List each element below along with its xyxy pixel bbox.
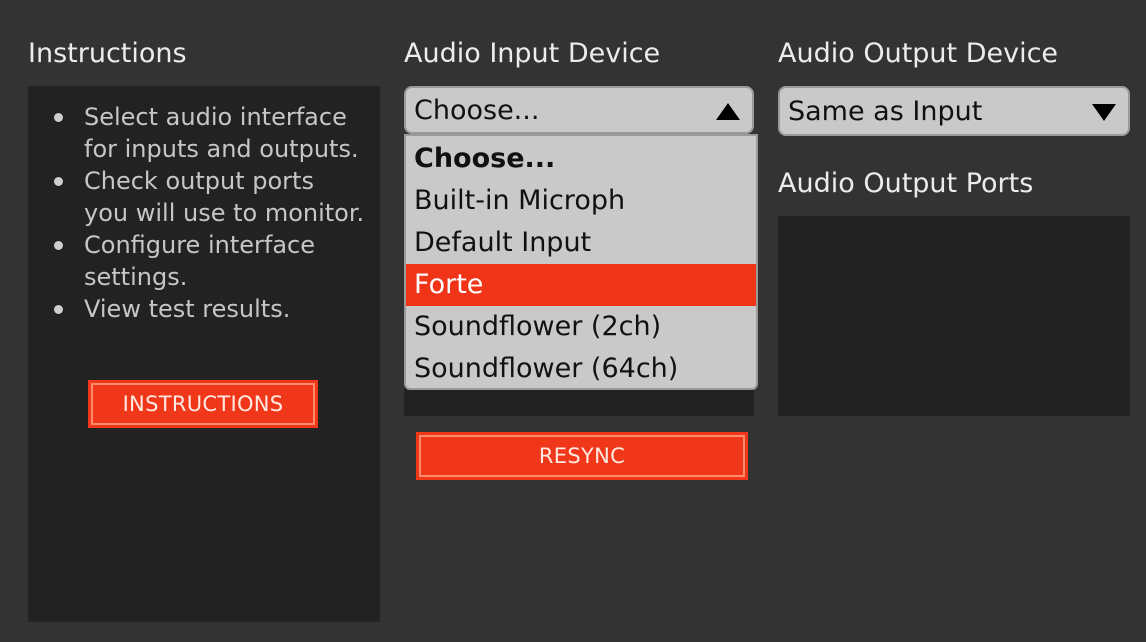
output-ports-panel xyxy=(778,216,1130,416)
input-device-dropdown: Choose... Built-in Microph Default Input… xyxy=(404,134,758,390)
resync-button-label: RESYNC xyxy=(419,435,745,477)
instructions-button-label: INSTRUCTIONS xyxy=(91,383,315,425)
instruction-text: Check output ports xyxy=(84,167,314,195)
input-device-heading: Audio Input Device xyxy=(404,38,661,69)
resync-button[interactable]: RESYNC xyxy=(416,432,748,480)
instructions-panel: Select audio interface for inputs and ou… xyxy=(28,86,380,622)
dropdown-option-builtin-microphone[interactable]: Built-in Microph xyxy=(406,180,756,222)
instructions-heading: Instructions xyxy=(28,38,187,69)
output-device-heading: Audio Output Device xyxy=(778,38,1059,69)
dropdown-option-soundflower-2ch[interactable]: Soundflower (2ch) xyxy=(406,306,756,348)
dropdown-option-soundflower-64ch[interactable]: Soundflower (64ch) xyxy=(406,348,756,390)
bullet-icon xyxy=(54,177,63,186)
triangle-down-icon xyxy=(1092,104,1116,121)
instruction-item: Check output ports you will use to monit… xyxy=(28,165,380,229)
bullet-icon xyxy=(54,305,63,314)
output-device-select[interactable]: Same as Input xyxy=(778,86,1130,136)
instruction-text: for inputs and outputs. xyxy=(84,135,359,163)
audio-setup-page: Instructions Select audio interface for … xyxy=(0,0,1146,642)
bullet-icon xyxy=(54,113,63,122)
instruction-item: Select audio interface for inputs and ou… xyxy=(28,101,380,165)
instruction-text: settings. xyxy=(84,263,188,291)
instruction-text: Select audio interface xyxy=(84,103,347,131)
instruction-item: Configure interface settings. xyxy=(28,229,380,293)
instructions-list: Select audio interface for inputs and ou… xyxy=(28,101,380,325)
dropdown-option-choose[interactable]: Choose... xyxy=(406,138,756,180)
input-device-selected-value: Choose... xyxy=(414,94,540,126)
output-device-selected-value: Same as Input xyxy=(788,95,983,127)
dropdown-option-forte[interactable]: Forte xyxy=(406,264,756,306)
instruction-text: View test results. xyxy=(84,295,291,323)
instruction-text: you will use to monitor. xyxy=(84,199,365,227)
instruction-item: View test results. xyxy=(28,293,380,325)
input-device-select[interactable]: Choose... xyxy=(404,86,754,134)
instructions-button[interactable]: INSTRUCTIONS xyxy=(88,380,318,428)
bullet-icon xyxy=(54,241,63,250)
instruction-text: Configure interface xyxy=(84,231,315,259)
output-ports-heading: Audio Output Ports xyxy=(778,168,1034,199)
dropdown-option-default-input[interactable]: Default Input xyxy=(406,222,756,264)
triangle-up-icon xyxy=(716,103,740,120)
